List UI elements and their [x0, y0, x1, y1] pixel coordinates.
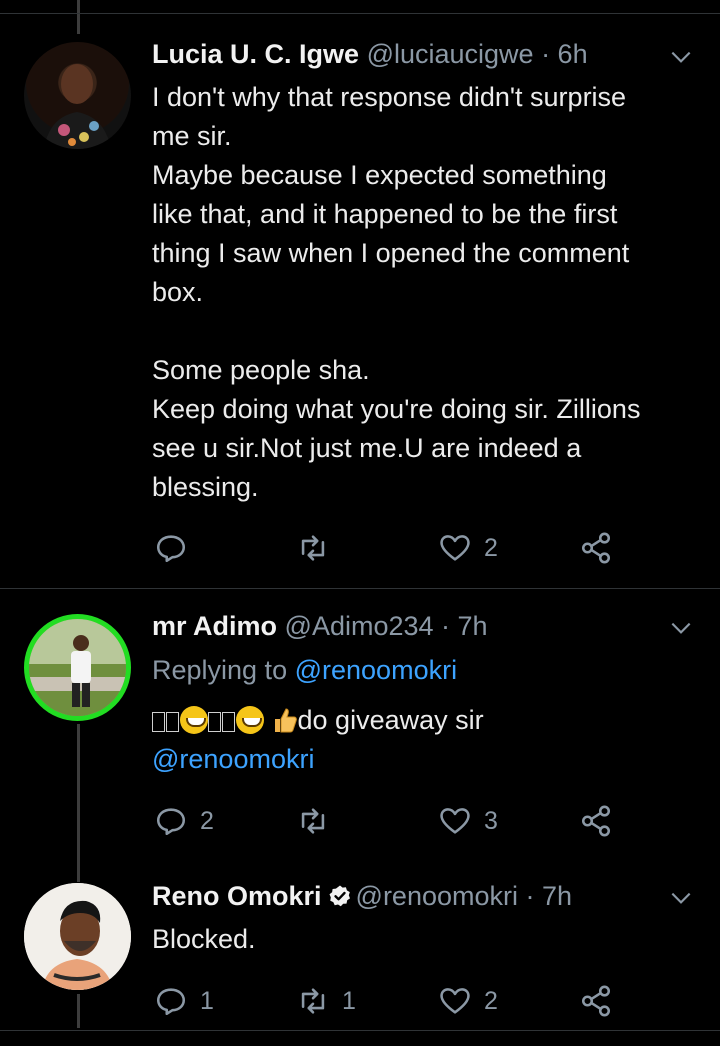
avatar[interactable]: [24, 42, 131, 149]
mention-link[interactable]: @renoomokri: [152, 744, 314, 774]
tweet-header: Reno Omokri @renoomokri · 7h: [152, 879, 572, 913]
share-icon: [581, 985, 611, 1017]
missing-glyph-icon: [208, 712, 221, 732]
author-name[interactable]: Reno Omokri: [152, 881, 322, 911]
timestamp: · 6h: [541, 39, 588, 69]
grinning-emoji-icon: [180, 706, 208, 734]
text-line: blessing.: [152, 472, 259, 502]
missing-glyph-icon: [152, 712, 165, 732]
verified-badge-icon: [329, 885, 350, 907]
message-text: do giveaway sir: [297, 705, 484, 735]
like-count: 3: [484, 806, 498, 835]
chevron-down-icon[interactable]: [668, 44, 694, 70]
reply-button[interactable]: [154, 528, 200, 568]
heart-icon: [440, 535, 470, 561]
avatar[interactable]: [24, 614, 131, 721]
text-line: like that, and it happened to be the fir…: [152, 199, 618, 229]
text-line: Some people sha.: [152, 355, 370, 385]
replying-to-line: Replying to @renoomokri: [152, 653, 457, 687]
text-line: Keep doing what you're doing sir. Zillio…: [152, 394, 641, 424]
retweet-icon: [301, 988, 325, 1014]
action-bar: 2: [152, 528, 632, 568]
share-icon: [581, 805, 611, 837]
retweet-button[interactable]: [296, 528, 342, 568]
thumbs-up-emoji-icon: [274, 708, 297, 733]
avatar-image: [29, 619, 126, 716]
author-handle[interactable]: @renoomokri: [356, 881, 518, 911]
text-line: @renoomokri: [152, 740, 702, 779]
like-button[interactable]: 2: [438, 528, 498, 568]
like-button[interactable]: 2: [438, 981, 498, 1021]
heart-icon: [440, 808, 470, 834]
tweet-reno[interactable]: Reno Omokri @renoomokri · 7h Blocked. 1 1…: [0, 863, 720, 1031]
like-button[interactable]: 3: [438, 801, 498, 841]
reply-icon: [156, 535, 186, 563]
replying-to-link[interactable]: @renoomokri: [295, 655, 457, 685]
reply-icon: [156, 808, 186, 836]
grinning-emoji-icon: [236, 706, 264, 734]
text-line: me sir.: [152, 121, 232, 151]
like-count: 2: [484, 986, 498, 1015]
text-line: see u sir.Not just me.U are indeed a: [152, 433, 582, 463]
retweet-count: 1: [342, 986, 356, 1015]
heart-icon: [440, 988, 470, 1014]
retweet-icon: [301, 808, 325, 834]
missing-glyph-icon: [222, 712, 235, 732]
reply-count: 1: [200, 986, 214, 1015]
tweet-text: do giveaway sir @renoomokri: [152, 701, 702, 779]
author-name[interactable]: mr Adimo: [152, 611, 277, 641]
tweet-text: Blocked.: [152, 920, 702, 959]
author-handle[interactable]: @luciaucigwe: [367, 39, 534, 69]
text-line: Maybe because I expected something: [152, 160, 607, 190]
missing-glyph-icon: [166, 712, 179, 732]
share-icon: [581, 532, 611, 564]
reply-button[interactable]: 1: [154, 981, 214, 1021]
avatar-image: [24, 883, 131, 990]
avatar[interactable]: [24, 883, 131, 990]
timestamp: · 7h: [525, 881, 573, 911]
text-line: box.: [152, 277, 204, 307]
reply-icon: [156, 988, 186, 1016]
reply-count: 2: [200, 806, 214, 835]
avatar-image: [44, 64, 111, 149]
share-button[interactable]: [579, 801, 613, 841]
chevron-down-icon[interactable]: [668, 615, 694, 641]
action-bar: 2 3: [152, 801, 632, 841]
tweet-lucia[interactable]: Lucia U. C. Igwe @luciaucigwe · 6h I don…: [0, 0, 720, 588]
retweet-button[interactable]: 1: [296, 981, 356, 1021]
author-handle[interactable]: @Adimo234: [285, 611, 434, 641]
timestamp: · 7h: [441, 611, 488, 641]
text-line: thing I saw when I opened the comment: [152, 238, 630, 268]
like-count: 2: [484, 533, 498, 562]
share-button[interactable]: [579, 981, 613, 1021]
text-line: [152, 312, 702, 351]
action-bar: 1 1 2: [152, 981, 632, 1021]
tweet-adimo[interactable]: mr Adimo @Adimo234 · 7h Replying to @ren…: [0, 589, 720, 863]
author-name[interactable]: Lucia U. C. Igwe: [152, 39, 359, 69]
retweet-icon: [301, 535, 325, 561]
text-line: do giveaway sir: [152, 701, 702, 740]
share-button[interactable]: [579, 528, 613, 568]
text-line: Blocked.: [152, 924, 256, 954]
text-line: I don't why that response didn't surpris…: [152, 82, 627, 112]
chevron-down-icon[interactable]: [668, 885, 694, 911]
tweet-header: mr Adimo @Adimo234 · 7h: [152, 609, 488, 643]
tweet-text: I don't why that response didn't surpris…: [152, 78, 702, 507]
replying-to-label: Replying to: [152, 655, 288, 685]
bottom-divider: [0, 1030, 720, 1031]
reply-button[interactable]: 2: [154, 801, 214, 841]
tweet-header: Lucia U. C. Igwe @luciaucigwe · 6h: [152, 37, 588, 71]
retweet-button[interactable]: [296, 801, 342, 841]
